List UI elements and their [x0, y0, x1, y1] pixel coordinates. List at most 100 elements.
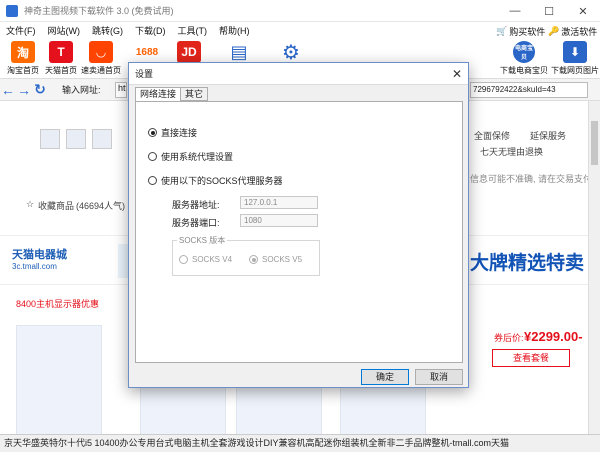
- option-direct-label: 直接连接: [161, 128, 198, 138]
- menu-site[interactable]: 网站(W): [42, 24, 87, 37]
- product-icon: 电商宝贝: [513, 41, 535, 63]
- option-socks-v5[interactable]: SOCKS V5: [249, 255, 302, 264]
- tmall-home-button[interactable]: T 天猫首页: [40, 41, 82, 76]
- option-socks-v4[interactable]: SOCKS V4: [179, 255, 232, 264]
- 1688-button[interactable]: 1688: [126, 41, 168, 63]
- download-product-button[interactable]: 电商宝贝 下载电商宝贝: [496, 41, 552, 76]
- window-title: 神奇主图视频下载软件 3.0 (免费试用): [24, 6, 174, 16]
- film-icon: ▤: [227, 41, 251, 63]
- socks-version-group: SOCKS 版本 SOCKS V4 SOCKS V5: [172, 235, 320, 276]
- jd-icon: JD: [177, 41, 201, 63]
- service-return: 七天无理由退换: [480, 147, 544, 157]
- cancel-button[interactable]: 取消: [415, 369, 463, 385]
- aliexpress-home-button[interactable]: ◡ 速卖通首页: [80, 41, 122, 76]
- option-system-proxy[interactable]: 使用系统代理设置: [148, 150, 233, 163]
- price-label: 券后价:: [494, 333, 524, 343]
- option-direct[interactable]: 直接连接: [148, 126, 197, 139]
- radio-system-proxy[interactable]: [148, 152, 157, 161]
- activate-software-label: 激活软件: [561, 27, 598, 37]
- taobao-home-label: 淘宝首页: [7, 66, 39, 75]
- socks-version-title: SOCKS 版本: [177, 235, 228, 246]
- radio-selected-dot: [251, 257, 256, 262]
- dialog-title-bar: 设置 ✕: [129, 63, 468, 85]
- forward-icon[interactable]: →: [16, 82, 32, 98]
- view-package-button[interactable]: 查看套餐: [492, 349, 570, 367]
- settings-dialog: 设置 ✕ 网络连接 其它 直接连接 使用系统代理设置 使用以下的SOCKS代理服…: [128, 62, 469, 388]
- activate-software-link[interactable]: 🔑 激活软件: [548, 25, 597, 38]
- settings-button[interactable]: ⚙: [270, 41, 312, 64]
- server-port-field[interactable]: 1080: [240, 214, 318, 227]
- address-input[interactable]: http: [115, 82, 127, 98]
- app-icon: [6, 4, 18, 17]
- option-system-proxy-label: 使用系统代理设置: [161, 152, 234, 162]
- maximize-button[interactable]: ☐: [532, 0, 566, 22]
- popularity-count: (46694人气): [76, 201, 126, 211]
- tab-other[interactable]: 其它: [180, 87, 209, 101]
- tmall-home-label: 天猫首页: [45, 66, 77, 75]
- radio-direct[interactable]: [148, 128, 157, 137]
- title-bar: 神奇主图视频下载软件 3.0 (免费试用) — ☐ ✕: [0, 0, 600, 22]
- cart-icon: 🛒: [496, 26, 508, 36]
- collect-link[interactable]: 收藏商品: [38, 199, 74, 212]
- menu-tools[interactable]: 工具(T): [172, 24, 214, 37]
- socks-v4-label: SOCKS V4: [192, 255, 233, 264]
- menu-help[interactable]: 帮助(H): [213, 24, 256, 37]
- option-socks-proxy[interactable]: 使用以下的SOCKS代理服务器: [148, 174, 283, 187]
- server-address-label: 服务器地址:: [172, 200, 220, 210]
- tmall-electronics-logo: 天猫电器城 3c.tmall.com: [12, 246, 108, 276]
- radio-socks-v4[interactable]: [179, 255, 188, 264]
- download-images-button[interactable]: ⬇ 下载网页图片: [548, 41, 600, 76]
- tmall-icon: T: [49, 41, 73, 63]
- radio-socks-proxy[interactable]: [148, 176, 157, 185]
- server-port-label: 服务器端口:: [172, 218, 220, 228]
- status-bar: 京天华盛英特尔十代i5 10400办公专用台式电脑主机全套游戏设计DIY兼容机高…: [0, 434, 600, 452]
- video-button[interactable]: ▤: [218, 41, 260, 63]
- dialog-title: 设置: [135, 69, 154, 79]
- price-value: ¥2299.00-: [524, 329, 583, 344]
- product-thumbnail[interactable]: [92, 129, 112, 149]
- window-controls: — ☐ ✕: [498, 0, 600, 22]
- gear-icon: ⚙: [279, 41, 303, 64]
- scrollbar-thumb[interactable]: [591, 121, 598, 165]
- product-thumbnail[interactable]: [40, 129, 60, 149]
- minimize-button[interactable]: —: [498, 0, 532, 22]
- tmall-name: 天猫电器城: [12, 249, 67, 261]
- download-images-label: 下载网页图片: [551, 66, 599, 75]
- network-panel: 直接连接 使用系统代理设置 使用以下的SOCKS代理服务器 服务器地址: 127…: [135, 101, 463, 363]
- socks-v5-label: SOCKS V5: [262, 255, 303, 264]
- menu-file[interactable]: 文件(F): [0, 24, 42, 37]
- service-extended: 延保服务: [530, 131, 567, 141]
- page-scrollbar[interactable]: [588, 101, 600, 434]
- buy-software-link[interactable]: 🛒 购买软件: [496, 25, 545, 38]
- product-card[interactable]: [16, 325, 102, 434]
- option-socks-proxy-label: 使用以下的SOCKS代理服务器: [161, 176, 283, 186]
- service-warranty: 全面保修: [474, 131, 511, 141]
- tab-network[interactable]: 网络连接: [135, 87, 182, 102]
- refresh-icon[interactable]: ↻: [32, 81, 48, 98]
- banner-slogan: 大牌精选特卖: [470, 253, 585, 274]
- radio-selected-dot: [150, 130, 155, 135]
- close-button[interactable]: ✕: [566, 0, 600, 22]
- star-icon: ☆: [26, 199, 35, 209]
- buy-software-label: 购买软件: [509, 27, 546, 37]
- back-icon[interactable]: ←: [0, 82, 16, 98]
- taobao-home-button[interactable]: 淘 淘宝首页: [2, 41, 44, 76]
- radio-socks-v5[interactable]: [249, 255, 258, 264]
- taobao-icon: 淘: [11, 41, 35, 63]
- server-address-field[interactable]: 127.0.0.1: [240, 196, 318, 209]
- section-title: 8400主机显示器优惠: [16, 299, 100, 309]
- menu-download[interactable]: 下载(D): [129, 24, 172, 37]
- tmall-domain: 3c.tmall.com: [12, 262, 57, 271]
- product-thumbnail[interactable]: [66, 129, 86, 149]
- menu-goto[interactable]: 跳转(G): [86, 24, 129, 37]
- download-product-label: 下载电商宝贝: [500, 66, 548, 75]
- aliexpress-icon: ◡: [89, 41, 113, 63]
- jd-button[interactable]: JD: [168, 41, 210, 63]
- dialog-close-button[interactable]: ✕: [452, 67, 462, 81]
- dialog-tabs: 网络连接 其它: [135, 87, 209, 102]
- address-input-tail[interactable]: 7296792422&skuId=43: [470, 82, 588, 98]
- ok-button[interactable]: 确定: [361, 369, 409, 385]
- accuracy-notice: 信息可能不准确, 请在交易支付: [470, 174, 593, 184]
- aliexpress-home-label: 速卖通首页: [81, 66, 121, 75]
- download-icon: ⬇: [563, 41, 587, 63]
